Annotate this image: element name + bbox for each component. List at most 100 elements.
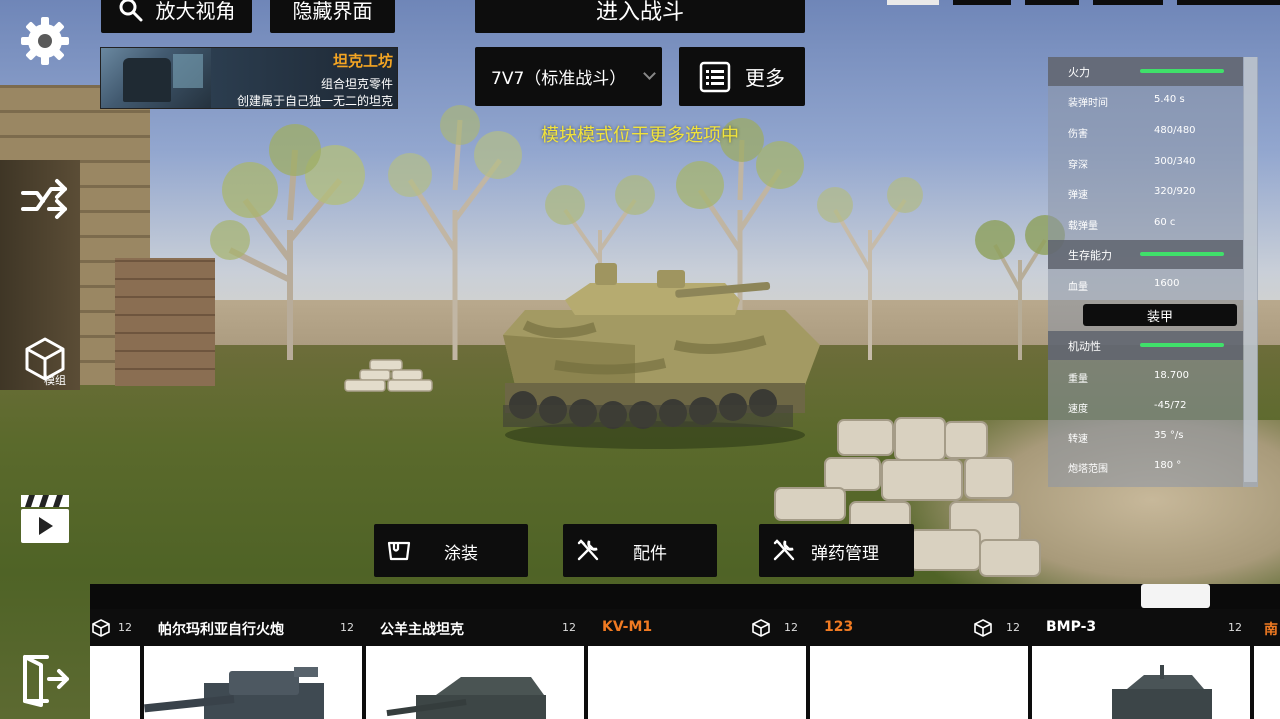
settings-button[interactable] <box>12 8 78 74</box>
firepower-bar <box>1140 69 1224 73</box>
vehicle-card[interactable]: BMP-3 12 <box>1032 609 1250 719</box>
list-icon <box>699 61 731 92</box>
paint-label: 涂装 <box>444 544 478 564</box>
stat-label: 血量 <box>1068 282 1088 293</box>
top-tab[interactable] <box>953 0 1011 5</box>
stat-label: 弹速 <box>1068 190 1088 201</box>
module-cube-icon <box>92 619 110 637</box>
vehicle-card[interactable]: 公羊主战坦克 12 <box>366 609 584 719</box>
stat-row: 载弹量 60 c <box>1048 209 1243 239</box>
stat-row: 穿深 300/340 <box>1048 148 1243 178</box>
zoom-view-button[interactable]: 放大视角 <box>101 0 252 33</box>
stat-value: 180 ° <box>1154 460 1182 471</box>
top-tab[interactable] <box>1025 0 1079 5</box>
stats-scroll-thumb[interactable] <box>1244 57 1257 482</box>
armor-button[interactable]: 装甲 <box>1083 304 1237 326</box>
vehicle-name: 南 <box>1264 622 1278 638</box>
wrench-screwdriver-icon <box>773 539 795 561</box>
module-cube-icon <box>752 619 770 637</box>
firepower-title: 火力 <box>1068 65 1090 79</box>
module-cube-icon <box>974 619 992 637</box>
stat-label: 伤害 <box>1068 129 1088 140</box>
vehicle-count: 12 <box>1228 621 1242 634</box>
rock-pile-small <box>344 359 433 392</box>
stat-value: 480/480 <box>1154 125 1196 136</box>
vehicle-count: 12 <box>118 621 132 634</box>
enter-battle-label: 进入战斗 <box>595 0 684 25</box>
parts-button[interactable]: 配件 <box>563 524 717 577</box>
top-tab[interactable] <box>1177 0 1280 5</box>
vehicle-strip-bar <box>90 584 1280 609</box>
stat-label: 重量 <box>1068 374 1088 385</box>
stat-label: 转速 <box>1068 434 1088 445</box>
top-tab[interactable] <box>1093 0 1163 5</box>
tree <box>210 124 365 360</box>
workshop-image <box>101 48 211 108</box>
survivability-title: 生存能力 <box>1068 248 1112 262</box>
survivability-bar <box>1140 252 1224 256</box>
vehicle-name: 123 <box>824 619 854 635</box>
enter-battle-button[interactable]: 进入战斗 <box>475 0 805 33</box>
hide-ui-button[interactable]: 隐藏界面 <box>270 0 395 33</box>
more-button[interactable]: 更多 <box>679 47 805 106</box>
battle-mode-select[interactable]: 7V7（标准战斗） <box>475 47 662 106</box>
vehicle-card[interactable]: 123 12 <box>810 609 1028 719</box>
stat-label: 载弹量 <box>1068 221 1098 232</box>
mobility-header: 机动性 <box>1048 331 1243 360</box>
ammo-management-label: 弹药管理 <box>811 544 879 564</box>
vehicle-card[interactable]: 帕尔玛利亚自行火炮 12 <box>144 609 362 719</box>
stat-value: 320/920 <box>1154 186 1196 197</box>
replay-button[interactable] <box>12 486 78 552</box>
stat-label: 速度 <box>1068 404 1088 415</box>
survivability-header: 生存能力 <box>1048 240 1243 269</box>
shuffle-icon <box>21 179 67 219</box>
vehicle-thumbnail <box>386 677 546 719</box>
stat-label: 穿深 <box>1068 160 1088 171</box>
stat-row: 速度 -45/72 <box>1048 392 1243 422</box>
vehicle-name: 公羊主战坦克 <box>380 622 464 638</box>
stat-row: 重量 18.700 <box>1048 362 1243 392</box>
stat-label: 炮塔范围 <box>1068 464 1108 475</box>
exit-button[interactable] <box>12 646 78 712</box>
zoom-view-label: 放大视角 <box>155 0 236 23</box>
stat-value: 1600 <box>1154 278 1180 289</box>
paint-bucket-icon <box>387 541 411 561</box>
swap-vehicle-button[interactable] <box>12 168 78 234</box>
video-clapper-icon <box>21 495 69 543</box>
vehicle-name: KV-M1 <box>602 619 653 635</box>
vehicle-card[interactable]: 12 <box>90 609 140 719</box>
wrench-screwdriver-icon <box>577 539 599 561</box>
mobility-title: 机动性 <box>1068 339 1101 353</box>
firepower-header: 火力 <box>1048 57 1243 86</box>
brick-wall <box>115 258 215 386</box>
paint-button[interactable]: 涂装 <box>374 524 528 577</box>
ammo-management-button[interactable]: 弹药管理 <box>759 524 914 577</box>
stat-row: 血量 1600 <box>1048 270 1243 300</box>
stat-row: 炮塔范围 180 ° <box>1048 452 1243 482</box>
stats-scrollbar[interactable] <box>1243 57 1258 487</box>
more-label: 更多 <box>745 66 785 90</box>
workshop-line2: 创建属于自己独一无二的坦克 <box>236 94 393 108</box>
vehicle-strip-scroll-thumb[interactable] <box>1141 584 1210 608</box>
stat-value: 60 c <box>1154 217 1176 228</box>
chevron-down-icon <box>643 67 656 80</box>
vehicle-count: 12 <box>784 621 798 634</box>
stat-label: 装弹时间 <box>1068 98 1108 109</box>
stat-row: 弹速 320/920 <box>1048 178 1243 208</box>
module-label: 模组 <box>44 374 66 387</box>
vehicle-thumbnail <box>144 667 324 719</box>
exit-door-icon <box>23 655 69 707</box>
top-tab[interactable] <box>887 0 939 5</box>
search-icon <box>119 0 142 21</box>
tank-workshop-banner[interactable]: 坦克工坊 组合坦克零件 创建属于自己独一无二的坦克 <box>100 47 398 109</box>
gear-icon <box>21 17 69 65</box>
stat-row: 转速 35 °/s <box>1048 422 1243 452</box>
mobility-bar <box>1140 343 1224 347</box>
parts-label: 配件 <box>633 544 667 564</box>
workshop-line1: 组合坦克零件 <box>320 77 393 91</box>
vehicle-card[interactable]: KV-M1 12 <box>588 609 806 719</box>
vehicle-card[interactable]: 南 <box>1254 609 1280 719</box>
stat-value: -45/72 <box>1154 400 1187 411</box>
vehicle-name: BMP-3 <box>1046 619 1097 635</box>
hide-ui-label: 隐藏界面 <box>292 0 373 23</box>
